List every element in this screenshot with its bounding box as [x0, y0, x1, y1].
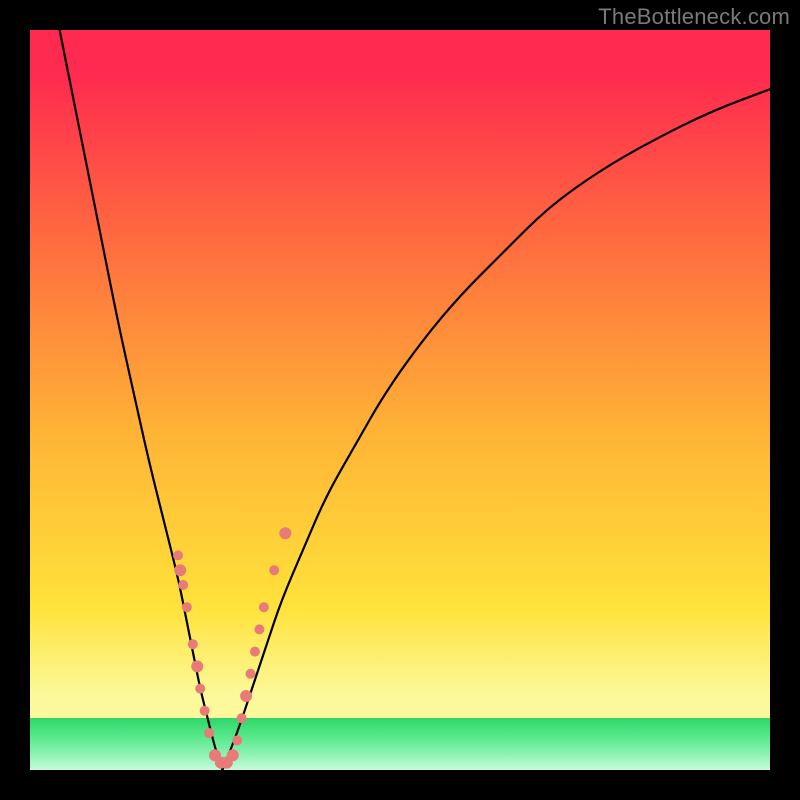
- data-point: [240, 690, 252, 702]
- watermark-text: TheBottleneck.com: [598, 4, 790, 30]
- data-point: [250, 647, 260, 657]
- data-point: [195, 684, 205, 694]
- data-point: [188, 639, 198, 649]
- data-point: [269, 565, 279, 575]
- data-point: [174, 564, 186, 576]
- data-point: [246, 669, 256, 679]
- data-point: [182, 602, 192, 612]
- curves-layer: [30, 30, 770, 770]
- data-point: [200, 706, 210, 716]
- data-point: [237, 713, 247, 723]
- data-point: [232, 735, 242, 745]
- data-point: [279, 527, 291, 539]
- data-point: [191, 660, 203, 672]
- curve-left-branch: [60, 30, 223, 770]
- data-point: [259, 602, 269, 612]
- data-point: [178, 580, 188, 590]
- data-point: [173, 550, 183, 560]
- chart-stage: TheBottleneck.com: [0, 0, 800, 800]
- plot-area: [30, 30, 770, 770]
- data-point: [227, 749, 239, 761]
- data-point: [204, 728, 214, 738]
- data-point: [254, 624, 264, 634]
- curve-right-branch: [222, 89, 770, 770]
